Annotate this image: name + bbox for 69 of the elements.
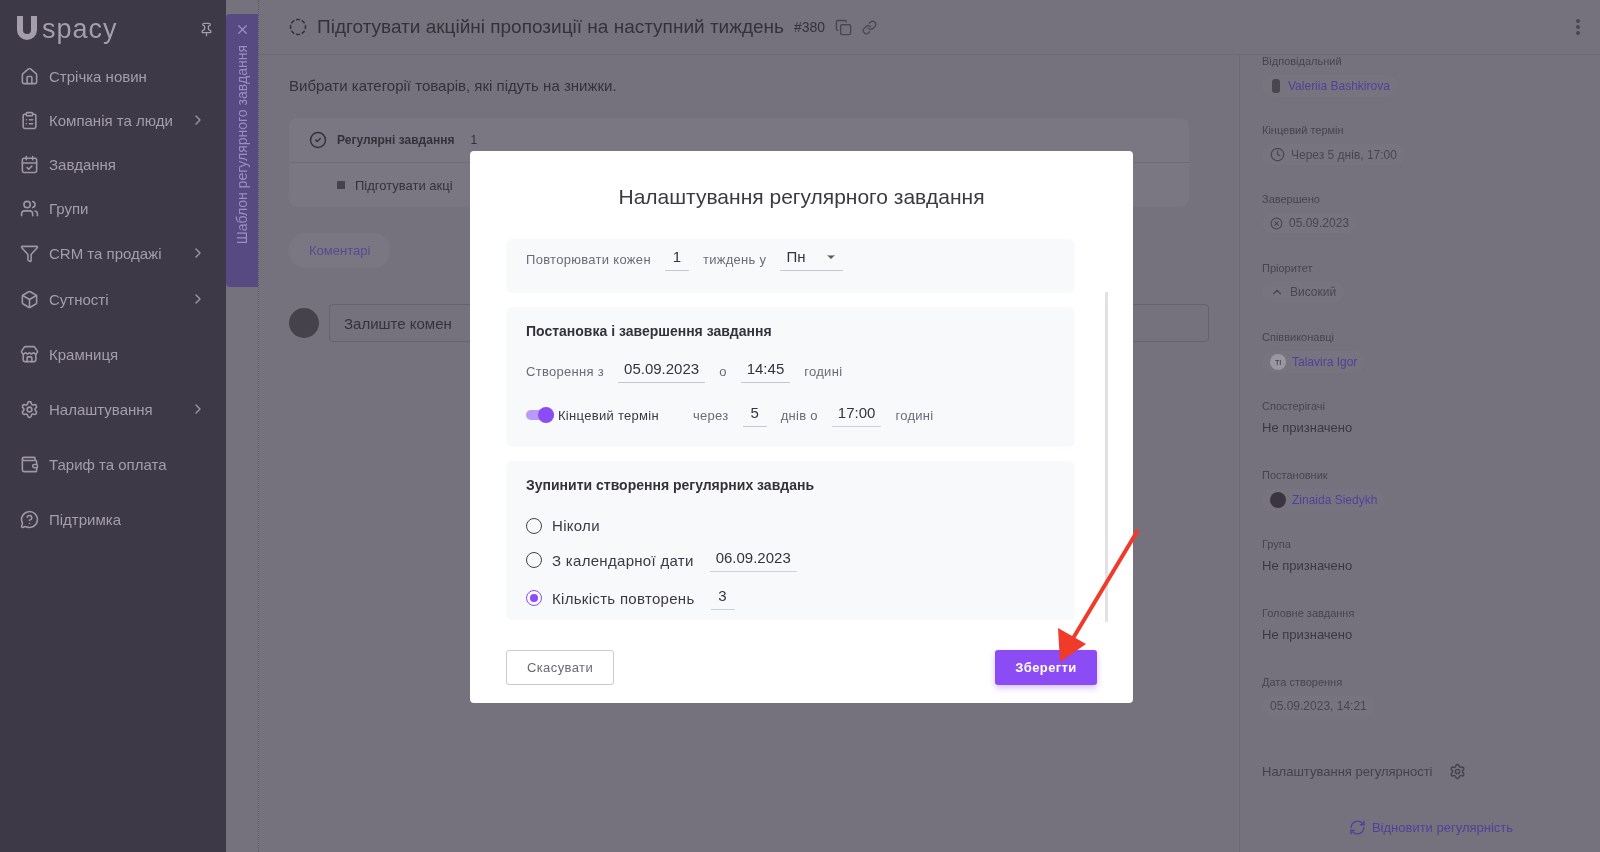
task-title: Підготувати акційні пропозиції на наступний тиждень: [317, 16, 784, 38]
save-button[interactable]: Зберегти: [995, 650, 1097, 685]
subtasks-count: 1: [469, 133, 479, 147]
link-icon: [862, 19, 878, 35]
option-label: Ніколи: [552, 517, 600, 534]
check-circle-icon: [309, 131, 327, 149]
create-label: Створення з: [526, 363, 605, 379]
option-label: З календарної дати: [552, 551, 694, 569]
nav-item[interactable]: Підтримка: [0, 496, 226, 542]
avatar-icon: [1270, 492, 1286, 508]
section-title: Постановка і завершення завдання: [526, 323, 773, 339]
calendar-icon: [20, 154, 39, 174]
task-number: #380: [794, 19, 826, 35]
nav-item[interactable]: Компанія та люди: [0, 98, 226, 142]
help-icon: [20, 509, 39, 529]
after-label: через: [693, 407, 729, 423]
dialog-title: Налаштування регулярного завдання: [617, 185, 986, 209]
nav-item[interactable]: CRM та продажі: [0, 230, 226, 276]
home-icon: [20, 66, 39, 86]
nav-item[interactable]: Крамниця: [0, 322, 226, 386]
clock-icon: [1270, 147, 1285, 162]
section-title: Зупинити створення регулярних завдань: [526, 477, 815, 493]
template-tab-label: Шаблон регулярного завдання: [234, 45, 250, 245]
deadline-time-input[interactable]: 17:00: [831, 403, 882, 427]
option-value-input[interactable]: 3: [710, 586, 735, 610]
field-value: Не призначено: [1262, 627, 1354, 642]
nav-item[interactable]: Тариф та оплата: [0, 432, 226, 496]
logo-text: spacy: [42, 13, 118, 45]
days-at-label: днів о: [780, 407, 818, 423]
pin-icon: [199, 21, 214, 37]
hours-label: годині: [895, 407, 934, 423]
nav-item[interactable]: Налаштування: [0, 386, 226, 432]
create-time-input[interactable]: 14:45: [740, 359, 791, 383]
users-icon: [20, 198, 39, 218]
weekday-select[interactable]: Пн: [780, 247, 844, 271]
at-label: о: [719, 363, 727, 379]
field-value: Не призначено: [1262, 558, 1354, 573]
wallet-icon: [20, 454, 39, 474]
subtask-title: Підготувати акці: [355, 177, 453, 193]
nav-item[interactable]: Стрічка новин: [0, 54, 226, 98]
task-status-icon: [289, 18, 307, 36]
copy-icon: [835, 18, 853, 36]
nav-item[interactable]: Завдання: [0, 142, 226, 186]
nav-item[interactable]: Сутності: [0, 276, 226, 322]
create-date-input[interactable]: 05.09.2023: [618, 359, 706, 383]
nav-item[interactable]: Групи: [0, 186, 226, 230]
store-icon: [20, 344, 39, 364]
cube-icon: [20, 289, 39, 309]
repeat-label: Повторювати кожен: [526, 251, 651, 267]
repeat-count-input[interactable]: 1: [664, 247, 689, 271]
user-avatar: [289, 308, 319, 338]
deadline-toggle[interactable]: [526, 410, 554, 420]
funnel-icon: [20, 243, 39, 263]
cancel-button[interactable]: Скасувати: [506, 650, 614, 685]
field-value: Не призначено: [1262, 420, 1354, 435]
x-circle-icon: [1270, 216, 1283, 230]
settings-icon: [20, 399, 39, 419]
clipboard-icon: [20, 110, 39, 130]
deadline-label: Кінцевий термін: [558, 407, 659, 423]
option-label: Кількість повторень: [552, 589, 695, 607]
hours-label: годині: [804, 363, 843, 379]
option-value-input[interactable]: 06.09.2023: [709, 548, 797, 572]
days-input[interactable]: 5: [742, 403, 767, 427]
repeat-unit-label: тиждень у: [702, 251, 767, 267]
square-icon: [337, 181, 345, 189]
subtasks-title: Регулярні завдання: [337, 133, 455, 147]
task-description: Вибрати категорії товарів, які підуть на знижки.: [289, 77, 618, 94]
template-side-tab[interactable]: Шаблон регулярного завдання: [226, 14, 258, 287]
refresh-icon: [1348, 819, 1366, 836]
